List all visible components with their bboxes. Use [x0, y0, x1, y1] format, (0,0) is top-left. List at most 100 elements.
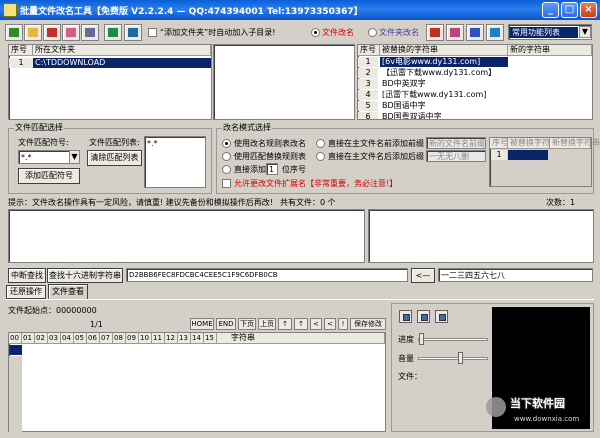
log-pane-right[interactable]	[368, 209, 594, 263]
match-list-box[interactable]: *.*	[144, 136, 206, 188]
function-combo[interactable]: 常用功能列表 ▼	[508, 24, 592, 40]
file-rename-radio[interactable]	[311, 28, 320, 37]
player-play-button[interactable]	[399, 310, 412, 323]
replace-string-table[interactable]: 序号 被替换的字符串 新的字符串 1 [6v电影www.dy131.com] 2…	[357, 44, 593, 120]
exchange-button[interactable]	[466, 24, 484, 41]
end-button[interactable]: END	[216, 318, 236, 330]
sort-button[interactable]	[486, 24, 504, 41]
string-row-old[interactable]: 【迅雷下载www.dy131.com】	[380, 68, 508, 78]
folder-list[interactable]: 序号 所在文件夹 1 C:\TDDOWNLOAD	[8, 44, 212, 120]
progress-track[interactable]	[418, 338, 488, 341]
remove-button[interactable]	[43, 24, 61, 41]
rule-row-old[interactable]	[508, 150, 548, 160]
home-button[interactable]: HOME	[190, 318, 214, 330]
prefix-placeholder: 新的文件名前缀	[429, 139, 485, 148]
run-button[interactable]	[81, 24, 99, 41]
maximize-button[interactable]: □	[561, 2, 578, 18]
stop-search-button[interactable]: 中断查找	[8, 268, 46, 283]
string-row-seq: 3	[358, 79, 378, 89]
play-button[interactable]	[104, 24, 122, 41]
hex-col: 05	[74, 333, 87, 344]
string-row-old[interactable]: BD国语中字	[380, 101, 508, 111]
string-col-seq[interactable]: 序号	[358, 45, 380, 56]
player-stop-button[interactable]	[435, 310, 448, 323]
mode-suffix-radio[interactable]	[316, 152, 325, 161]
add-files-button[interactable]	[5, 24, 23, 41]
eraser-button[interactable]	[62, 24, 80, 41]
clear-match-list-button[interactable]: 清除匹配列表	[87, 150, 142, 166]
folder-icon	[28, 28, 38, 37]
hex-string-input[interactable]: D2BBB6FEC8FDCBC4CEE5C1F9C6DFB0CB	[126, 268, 408, 282]
folder-rename-radio[interactable]	[368, 28, 377, 37]
alert-button[interactable]: !	[338, 318, 348, 330]
log-pane-left[interactable]	[8, 209, 365, 263]
left-button[interactable]: <	[310, 318, 322, 330]
mode-replace-radio[interactable]	[222, 152, 231, 161]
allow-ext-checkbox[interactable]	[222, 179, 231, 188]
add-match-symbol-button[interactable]: 添加匹配符号	[18, 168, 80, 184]
add-folder-button[interactable]	[24, 24, 42, 41]
risk-tip: 提示：文件改名操作具有一定风险，请慎重! 建议先备份和模拟操作后再改!	[8, 198, 273, 207]
window-title: 批量文件改名工具【免费版 V2.2.2.4 — QQ:474394001 Tel…	[20, 7, 363, 17]
prefix-input[interactable]: 新的文件名前缀	[426, 137, 486, 149]
minimize-button[interactable]: _	[542, 2, 559, 18]
folder-row-path[interactable]: C:\TDDOWNLOAD	[33, 58, 211, 68]
folder-col-seq[interactable]: 序号	[9, 45, 33, 56]
title-bar: 批量文件改名工具【免费版 V2.2.2.4 — QQ:474394001 Tel…	[0, 0, 600, 20]
phone-button[interactable]	[426, 24, 444, 41]
mode-replace-label: 使用匹配替换规则表	[234, 152, 306, 161]
file-match-title: 文件匹配选择	[14, 123, 64, 133]
string-row-seq: 1	[358, 57, 378, 67]
run-icon	[85, 28, 95, 37]
volume-slider[interactable]	[458, 352, 463, 364]
file-rename-label: 文件改名	[322, 28, 354, 37]
folder-rename-label: 文件夹改名	[379, 28, 419, 37]
match-symbol-combo[interactable]: *.* ▼	[18, 150, 80, 164]
up-fast-button[interactable]: ↑	[294, 318, 308, 330]
include-subdir-checkbox[interactable]	[148, 28, 157, 37]
volume-track[interactable]	[418, 357, 488, 360]
up-button[interactable]: ↑	[278, 318, 292, 330]
folder-col-path[interactable]: 所在文件夹	[33, 45, 211, 56]
string-row-old[interactable]: [6v电影www.dy131.com]	[380, 57, 508, 67]
hex-grid[interactable]: 00 01 02 03 04 05 06 07 08 09 10 11 12 1…	[8, 332, 386, 432]
seq-digits-input[interactable]: 1	[266, 163, 278, 175]
string-row-old[interactable]: BD中英双字	[380, 79, 508, 89]
chevron-down-icon[interactable]: ▼	[579, 26, 591, 38]
suffix-input[interactable]: 一无无八删	[426, 150, 486, 162]
prev-page-button[interactable]: 上页	[258, 318, 276, 330]
save-changes-button[interactable]: 保存修改	[350, 318, 386, 330]
close-button[interactable]: ×	[580, 2, 597, 18]
text-string-input[interactable]: 一二三四五六七八	[438, 268, 593, 282]
hex-string-value: D2BBB6FEC8FDCBC4CEE5C1F9C6DFB0CB	[129, 271, 278, 279]
volume-label: 音量	[398, 354, 414, 363]
stop-button[interactable]	[124, 24, 142, 41]
stop-icon	[128, 28, 138, 37]
mode-add-radio[interactable]	[222, 165, 231, 174]
player-pause-button[interactable]	[417, 310, 430, 323]
phone-icon	[430, 28, 440, 37]
replace-rule-table[interactable]: 序号 被替换字符串 新替换字符串 1	[489, 137, 600, 187]
chevron-down-icon[interactable]: ▼	[69, 151, 79, 163]
string-col-old[interactable]: 被替换的字符串	[380, 45, 508, 56]
tab-file-view[interactable]: 文件查看	[48, 284, 88, 299]
swap-button[interactable]	[446, 24, 464, 41]
next-page-button[interactable]: 下页	[238, 318, 256, 330]
function-combo-value: 常用功能列表	[510, 27, 578, 38]
string-row-old[interactable]: BD国粤双语中字	[380, 112, 508, 119]
match-list-label: 文件匹配列表:	[89, 138, 140, 147]
count-label: 次数：1	[546, 198, 576, 207]
file-preview-list[interactable]	[213, 44, 355, 120]
string-row-old[interactable]: [迅雷下载www.dy131.com]	[380, 90, 508, 100]
folder-row-seq: 1	[9, 58, 33, 68]
mode-list-radio[interactable]	[222, 139, 231, 148]
match-list-item[interactable]: *.*	[147, 138, 158, 149]
mode-prefix-radio[interactable]	[316, 139, 325, 148]
hex-cursor-cell[interactable]	[10, 345, 22, 355]
hex-search-button[interactable]: 查找十六进制字符串	[47, 268, 123, 283]
tab-restore[interactable]: 还原操作	[6, 285, 46, 299]
progress-slider[interactable]	[419, 333, 424, 345]
convert-button[interactable]: <—	[411, 268, 435, 283]
left-fast-button[interactable]: <	[324, 318, 336, 330]
string-col-new[interactable]: 新的字符串	[508, 45, 592, 56]
